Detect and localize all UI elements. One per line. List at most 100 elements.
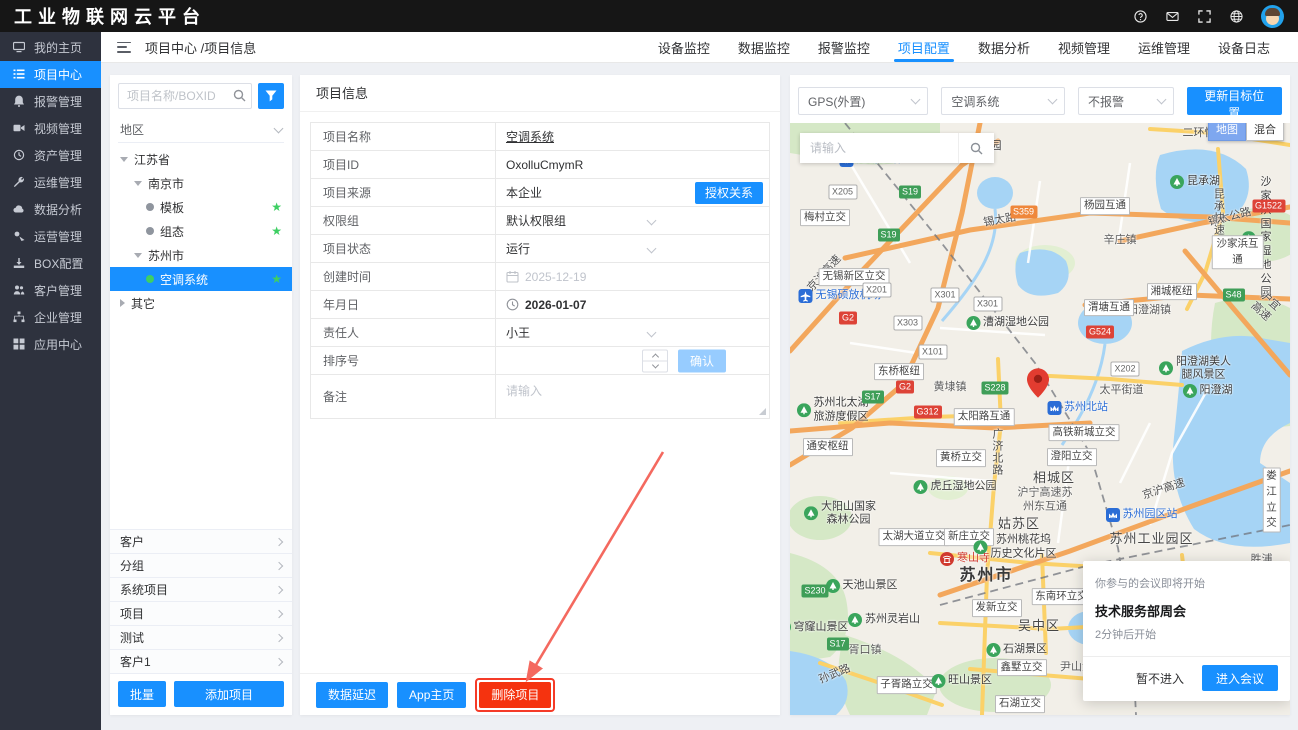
tree-node[interactable]: 其它 xyxy=(110,291,292,315)
accordion-section[interactable]: 分组 xyxy=(110,554,292,578)
map-marker-pin[interactable] xyxy=(1027,368,1049,401)
tree-node[interactable]: 江苏省 xyxy=(110,147,292,171)
tree-expander-icon[interactable] xyxy=(134,181,142,186)
map-layer-button[interactable]: 地图 xyxy=(1208,123,1246,141)
sidebar-item-ops[interactable]: 运维管理 xyxy=(0,169,101,196)
tab-8[interactable]: 设备日志 xyxy=(1204,32,1284,62)
tab-1[interactable]: 设备监控 xyxy=(644,32,724,62)
sidebar-item-label: 项目中心 xyxy=(34,66,82,83)
sidebar-item-analysis[interactable]: 数据分析 xyxy=(0,196,101,223)
sidebar-item-customer[interactable]: 客户管理 xyxy=(0,277,101,304)
sidebar-item-asset[interactable]: 资产管理 xyxy=(0,142,101,169)
sidebar-item-project[interactable]: 项目中心 xyxy=(0,61,101,88)
authorize-button[interactable]: 授权关系 xyxy=(695,182,763,204)
sidebar-item-label: 报警管理 xyxy=(34,93,82,110)
sidebar-item-video[interactable]: 视频管理 xyxy=(0,115,101,142)
select-value[interactable]: 运行 xyxy=(506,240,530,257)
project-name-link[interactable]: 空调系统 xyxy=(506,128,554,145)
field-value: 默认权限组 xyxy=(496,207,769,234)
select-value[interactable]: 小王 xyxy=(506,324,530,341)
filter-button[interactable] xyxy=(258,83,284,109)
tab-6[interactable]: 视频管理 xyxy=(1044,32,1124,62)
tree-expander-icon[interactable] xyxy=(120,157,128,162)
sidebar-item-alarm[interactable]: 报警管理 xyxy=(0,88,101,115)
tree-expander-icon[interactable] xyxy=(134,253,142,258)
tab-2[interactable]: 数据监控 xyxy=(724,32,804,62)
tree-expander-icon[interactable] xyxy=(120,299,125,307)
language-icon[interactable] xyxy=(1229,9,1244,24)
tab-5[interactable]: 数据分析 xyxy=(964,32,1044,62)
tree-node-label: 南京市 xyxy=(148,175,184,192)
chevron-right-icon xyxy=(275,657,283,665)
sidebar-item-box[interactable]: BOX配置 xyxy=(0,250,101,277)
hybrid-layer-button[interactable]: 混合 xyxy=(1246,123,1284,141)
add-project-button[interactable]: 添加项目 xyxy=(174,681,284,707)
fullscreen-icon[interactable] xyxy=(1197,9,1212,24)
update-location-button[interactable]: 更新目标位置 xyxy=(1187,87,1282,115)
help-icon[interactable] xyxy=(1133,9,1148,24)
resize-handle-icon[interactable] xyxy=(759,408,766,415)
clock-icon xyxy=(506,298,519,311)
tab-7[interactable]: 运维管理 xyxy=(1124,32,1204,62)
field-value: 本企业授权关系 xyxy=(496,179,769,206)
data-delay-button[interactable]: 数据延迟 xyxy=(316,682,388,708)
accordion-section[interactable]: 客户 xyxy=(110,530,292,554)
field-text[interactable]: 2026-01-07 xyxy=(525,298,586,312)
form-row: 项目IDOxolluCmymR xyxy=(311,151,769,179)
accordion-section[interactable]: 系统项目 xyxy=(110,578,292,602)
remark-placeholder[interactable]: 请输入 xyxy=(506,382,542,399)
field-value: 空调系统 xyxy=(496,123,769,150)
map-search-input[interactable] xyxy=(800,133,958,163)
field-label: 年月日 xyxy=(311,291,496,318)
favorite-star-icon[interactable]: ★ xyxy=(271,224,282,238)
user-avatar[interactable] xyxy=(1261,5,1284,28)
form-row: 创建时间2025-12-19 xyxy=(311,263,769,291)
project-search-input[interactable] xyxy=(118,83,252,109)
favorite-star-icon[interactable]: ★ xyxy=(271,272,282,286)
batch-button[interactable]: 批量 xyxy=(118,681,166,707)
sidebar-item-enterprise[interactable]: 企业管理 xyxy=(0,304,101,331)
map-layer-toggle: 地图混合 xyxy=(1208,123,1284,141)
field-text[interactable]: 2025-12-19 xyxy=(525,270,586,284)
tree-node[interactable]: 组态★ xyxy=(110,219,292,243)
join-meeting-button[interactable]: 进入会议 xyxy=(1202,665,1278,691)
tab-3[interactable]: 报警监控 xyxy=(804,32,884,62)
tree-node[interactable]: 苏州市 xyxy=(110,243,292,267)
tab-4[interactable]: 项目配置 xyxy=(884,32,964,62)
stepper-down-icon[interactable] xyxy=(643,360,667,371)
confirm-button[interactable]: 确认 xyxy=(678,349,726,372)
accordion-section[interactable]: 项目 xyxy=(110,602,292,626)
tree-node[interactable]: 模板★ xyxy=(110,195,292,219)
tree-node[interactable]: 空调系统★ xyxy=(110,267,292,291)
map-area[interactable]: 地图混合 无锡东站南湖湿地公园二环快速路昆承湖梅村立交锡太路杨园互通锡太公路沙家… xyxy=(790,123,1290,715)
tree-node[interactable]: 南京市 xyxy=(110,171,292,195)
chevron-down-icon xyxy=(911,95,921,105)
sort-number-stepper[interactable] xyxy=(642,349,668,372)
gps-source-select[interactable]: GPS(外置) xyxy=(798,87,928,115)
project-select[interactable]: 空调系统 xyxy=(941,87,1065,115)
form-row: 项目状态运行 xyxy=(311,235,769,263)
dismiss-meeting-button[interactable]: 暂不进入 xyxy=(1130,666,1190,691)
chevron-right-icon xyxy=(275,585,283,593)
app-home-button[interactable]: App主页 xyxy=(397,682,466,708)
video-icon xyxy=(13,122,26,135)
sidebar-item-apps[interactable]: 应用中心 xyxy=(0,331,101,358)
tree-group-header[interactable]: 地区 xyxy=(118,117,284,143)
stepper-up-icon[interactable] xyxy=(643,350,667,360)
collapse-menu-icon[interactable] xyxy=(117,42,131,53)
tree-search-row xyxy=(118,83,284,109)
accordion-section[interactable]: 测试 xyxy=(110,626,292,650)
sidebar-item-operation[interactable]: 运营管理 xyxy=(0,223,101,250)
accordion-section[interactable]: 客户1 xyxy=(110,650,292,674)
favorite-star-icon[interactable]: ★ xyxy=(271,200,282,214)
delete-project-button[interactable]: 删除项目 xyxy=(479,682,551,708)
chevron-right-icon xyxy=(275,633,283,641)
select-value[interactable]: 默认权限组 xyxy=(506,212,566,229)
chevron-down-icon xyxy=(647,327,657,337)
map-search-button[interactable] xyxy=(958,133,994,163)
project-info-panel: 项目信息 项目名称空调系统项目IDOxolluCmymR项目来源本企业授权关系权… xyxy=(300,75,780,715)
alarm-filter-select[interactable]: 不报警 xyxy=(1078,87,1174,115)
chevron-down-icon xyxy=(1156,95,1166,105)
mail-icon[interactable] xyxy=(1165,9,1180,24)
sidebar-item-home[interactable]: 我的主页 xyxy=(0,34,101,61)
